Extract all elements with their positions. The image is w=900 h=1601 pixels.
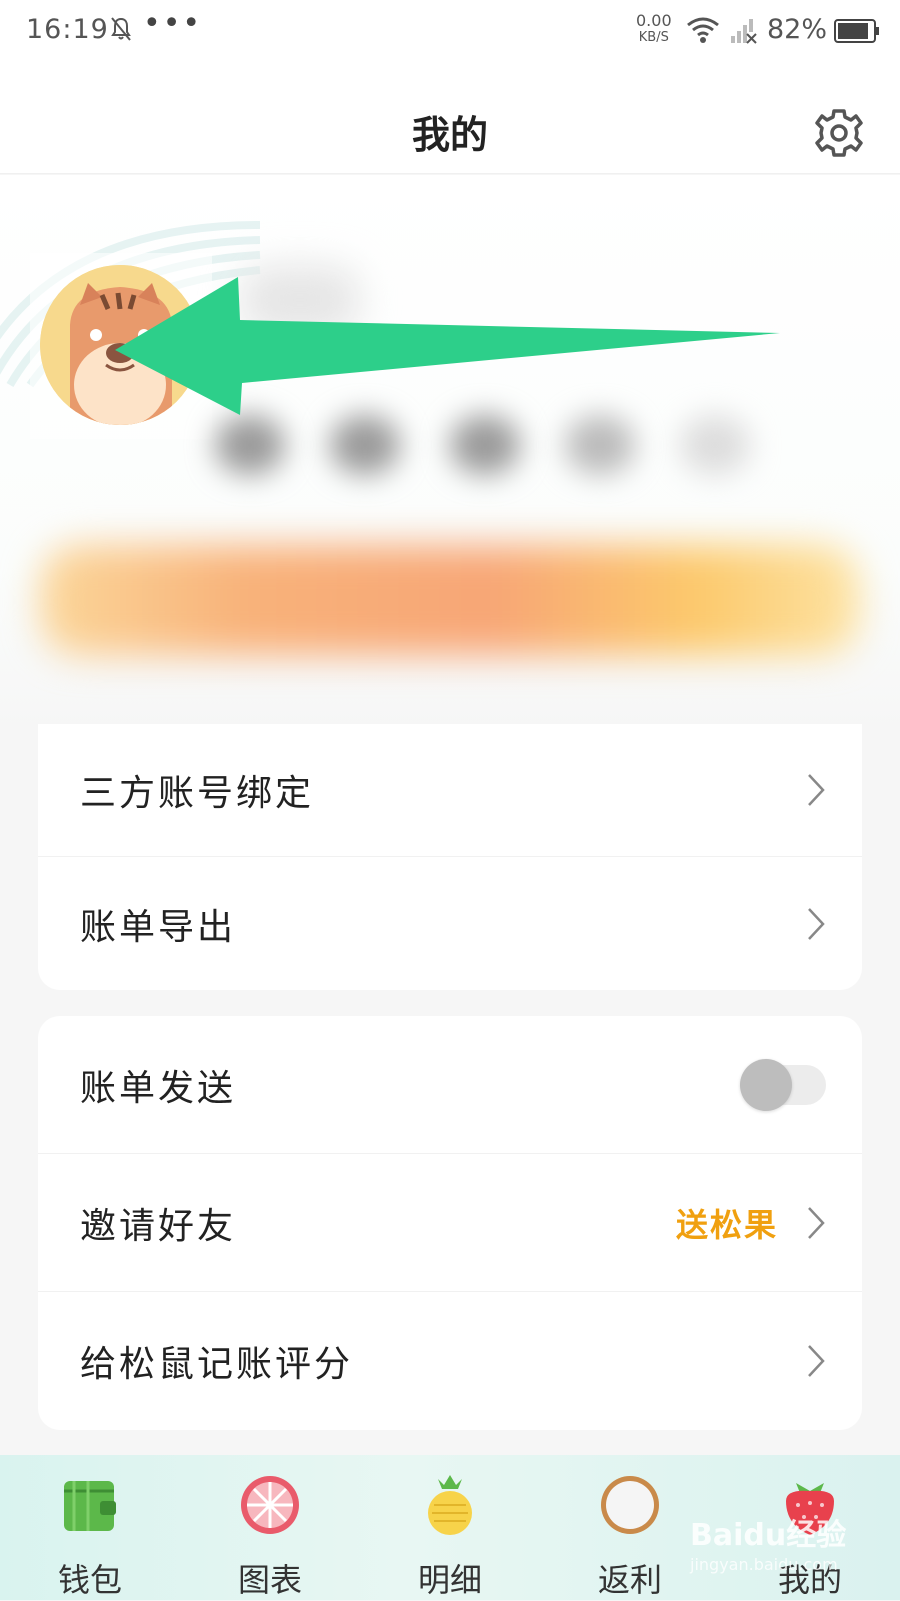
menu-item-rate-app[interactable]: 给松鼠记账评分 (38, 1292, 862, 1430)
toggle-knob (740, 1058, 792, 1111)
detail-icon (428, 1475, 472, 1535)
blurred-vip-banner[interactable] (40, 545, 860, 655)
menu-item-label: 账单导出 (80, 906, 237, 948)
page-header: 我的 (0, 64, 900, 174)
menu-item-bill-send: 账单发送 (38, 1016, 862, 1154)
more-notifications-icon: ••• (143, 6, 203, 41)
tab-wallet[interactable]: 钱包 (0, 1455, 180, 1600)
page-title: 我的 (411, 112, 488, 157)
net-speed: 0.00 KB/S (636, 12, 672, 46)
tab-label: 图表 (237, 1561, 302, 1599)
status-time: 16:19 (26, 14, 109, 45)
tab-detail[interactable]: 明细 (360, 1455, 540, 1600)
menu-item-label: 三方账号绑定 (80, 773, 315, 814)
chevron-right-icon (808, 1206, 825, 1239)
menu-card-misc: 账单发送 邀请好友 送松果 给松鼠记账评分 (38, 1016, 862, 1430)
tab-chart[interactable]: 图表 (180, 1455, 360, 1600)
green-arrow-annotation (115, 277, 780, 415)
baidu-watermark: Baidu经验 (690, 1518, 847, 1553)
menu-item-label: 邀请好友 (80, 1205, 237, 1247)
chart-icon (241, 1476, 299, 1534)
invite-reward-text: 送松果 (675, 1205, 778, 1244)
signal-icon (731, 19, 757, 44)
bill-send-toggle[interactable] (740, 1058, 826, 1111)
battery-icon (834, 19, 879, 43)
menu-card-account: 三方账号绑定 账单导出 (38, 724, 862, 990)
tab-label: 钱包 (57, 1561, 122, 1599)
menu-item-invite-friends[interactable]: 邀请好友 送松果 (38, 1154, 862, 1292)
menu-item-third-party-binding[interactable]: 三方账号绑定 (38, 724, 862, 857)
net-speed-unit: KB/S (638, 30, 669, 45)
net-speed-value: 0.00 (636, 11, 672, 30)
rebate-icon (601, 1476, 659, 1534)
wallet-icon (64, 1481, 116, 1531)
menu-item-bill-export[interactable]: 账单导出 (38, 857, 862, 990)
status-bar: 16:19 ••• 0.00 KB/S 82% (0, 0, 900, 64)
tab-label: 明细 (417, 1561, 482, 1599)
battery-percent: 82% (767, 14, 828, 45)
menu-item-label: 账单发送 (80, 1067, 237, 1109)
profile-section (0, 175, 900, 735)
chevron-right-icon (808, 774, 825, 806)
menu-item-label: 给松鼠记账评分 (80, 1344, 354, 1385)
bell-muted-icon (111, 17, 131, 41)
wifi-icon (687, 17, 719, 43)
chevron-right-icon (808, 907, 825, 940)
gear-icon[interactable] (812, 106, 866, 160)
chevron-right-icon (808, 1345, 825, 1377)
baidu-watermark-url: jingyan.baidu.com (690, 1555, 838, 1574)
